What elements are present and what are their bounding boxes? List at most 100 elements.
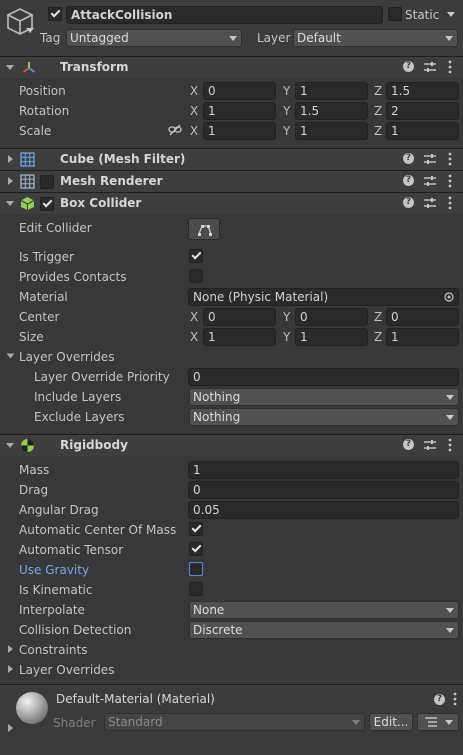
foldout-expanded-icon[interactable] [6,65,14,70]
size-z-axis-label[interactable]: Z [374,330,382,344]
center-y-axis-label[interactable]: Y [283,310,290,324]
rigidbody-header[interactable]: Rigidbody ? [0,434,463,456]
size-y-field[interactable]: 1 [295,328,368,346]
constrain-proportions-icon[interactable] [168,124,182,136]
scale-y-axis-label[interactable]: Y [283,124,290,138]
shader-dropdown[interactable]: Standard [104,713,365,731]
tag-dropdown[interactable]: Untagged [66,29,242,47]
shader-edit-button[interactable]: Edit... [369,713,413,731]
physic-material-field[interactable]: None (Physic Material) [188,288,459,306]
mesh-renderer-enabled-checkbox[interactable] [40,175,54,189]
chevron-down-icon [445,36,453,41]
is-kinematic-checkbox[interactable] [189,582,203,596]
use-gravity-checkbox[interactable] [189,562,203,576]
rotation-x-axis-label[interactable]: X [190,104,198,118]
shader-options-button[interactable] [417,713,459,731]
center-y-field[interactable]: 0 [295,308,368,326]
collider-layer-overrides-label[interactable]: Layer Overrides [19,350,114,364]
angular-drag-field[interactable]: 0.05 [188,501,459,519]
help-icon[interactable]: ? [403,197,414,208]
position-x-field[interactable]: 0 [203,82,276,100]
more-options-icon[interactable] [445,196,455,210]
rotation-y-axis-label[interactable]: Y [283,104,290,118]
material-foldout-icon[interactable] [8,724,13,732]
size-x-field[interactable]: 1 [203,328,276,346]
foldout-collapsed-icon[interactable] [8,155,13,163]
exclude-layers-dropdown[interactable]: Nothing [189,408,459,426]
scale-y-field[interactable]: 1 [295,122,368,140]
mesh-renderer-header[interactable]: Mesh Renderer ? [0,170,463,192]
rigidbody-layer-overrides-label[interactable]: Layer Overrides [19,663,114,677]
more-options-icon[interactable] [445,60,455,74]
help-icon[interactable]: ? [434,694,445,705]
interpolate-dropdown[interactable]: None [189,601,459,619]
chevron-down-icon [446,415,454,420]
automatic-center-of-mass-label: Automatic Center Of Mass [19,523,177,537]
position-z-axis-label[interactable]: Z [374,84,382,98]
include-layers-value: Nothing [193,390,241,404]
presets-icon[interactable] [423,196,437,210]
layer-dropdown[interactable]: Default [293,29,458,47]
rigidbody-layer-overrides-foldout-icon[interactable] [8,665,13,673]
presets-icon[interactable] [423,60,437,74]
more-options-icon[interactable] [450,692,460,706]
collider-layer-overrides-foldout-icon[interactable] [6,353,15,359]
automatic-center-of-mass-checkbox[interactable] [189,522,203,536]
presets-icon[interactable] [423,438,437,452]
center-x-axis-label[interactable]: X [190,310,198,324]
position-y-axis-label[interactable]: Y [283,84,290,98]
size-y-axis-label[interactable]: Y [283,330,290,344]
mass-field[interactable]: 1 [188,461,459,479]
foldout-expanded-icon[interactable] [6,201,14,206]
rotation-y-field[interactable]: 1.5 [295,102,368,120]
layer-override-priority-field[interactable]: 0 [188,368,459,386]
is-trigger-checkbox[interactable] [189,249,203,263]
static-checkbox[interactable] [388,7,402,21]
automatic-tensor-label: Automatic Tensor [19,543,124,557]
collision-detection-dropdown[interactable]: Discrete [189,621,459,639]
center-z-axis-label[interactable]: Z [374,310,382,324]
more-options-icon[interactable] [445,438,455,452]
presets-icon[interactable] [423,152,437,166]
rotation-z-field[interactable]: 2 [386,102,459,120]
rotation-z-axis-label[interactable]: Z [374,104,382,118]
mesh-filter-header[interactable]: Cube (Mesh Filter) ? [0,148,463,170]
help-icon[interactable]: ? [403,175,414,186]
position-z-field[interactable]: 1.5 [386,82,459,100]
center-z-field[interactable]: 0 [386,308,459,326]
more-options-icon[interactable] [445,174,455,188]
provides-contacts-checkbox[interactable] [189,269,203,283]
box-collider-header[interactable]: Box Collider ? [0,192,463,214]
include-layers-dropdown[interactable]: Nothing [189,388,459,406]
help-icon[interactable]: ? [403,153,414,164]
constraints-foldout-icon[interactable] [8,645,13,653]
size-x-axis-label[interactable]: X [190,330,198,344]
position-x-axis-label[interactable]: X [190,84,198,98]
edit-collider-button[interactable] [188,218,220,240]
more-options-icon[interactable] [445,152,455,166]
transform-header[interactable]: Transform ? [0,56,463,78]
foldout-expanded-icon[interactable] [6,443,14,448]
rotation-x-field[interactable]: 1 [203,102,276,120]
automatic-tensor-checkbox[interactable] [189,542,203,556]
gameobject-name-field[interactable]: AttackCollision [66,6,383,24]
position-y-field[interactable]: 1 [295,82,368,100]
help-icon[interactable]: ? [403,439,414,450]
presets-icon[interactable] [423,174,437,188]
drag-field[interactable]: 0 [188,481,459,499]
size-z-field[interactable]: 1 [386,328,459,346]
foldout-collapsed-icon[interactable] [8,177,13,185]
scale-z-field[interactable]: 1 [386,122,459,140]
scale-z-axis-label[interactable]: Z [374,124,382,138]
scale-x-field[interactable]: 1 [203,122,276,140]
scale-x-axis-label[interactable]: X [190,124,198,138]
gameobject-header: AttackCollision Static Tag Untagged Laye… [0,0,463,56]
box-collider-enabled-checkbox[interactable] [40,197,54,211]
constraints-label[interactable]: Constraints [19,643,87,657]
help-icon[interactable]: ? [403,61,414,72]
center-x-field[interactable]: 0 [203,308,276,326]
icon-dropdown-arrow-icon[interactable] [26,28,34,33]
static-dropdown-arrow-icon[interactable] [447,12,455,17]
gameobject-active-checkbox[interactable] [48,7,62,21]
object-picker-icon[interactable] [444,292,454,302]
